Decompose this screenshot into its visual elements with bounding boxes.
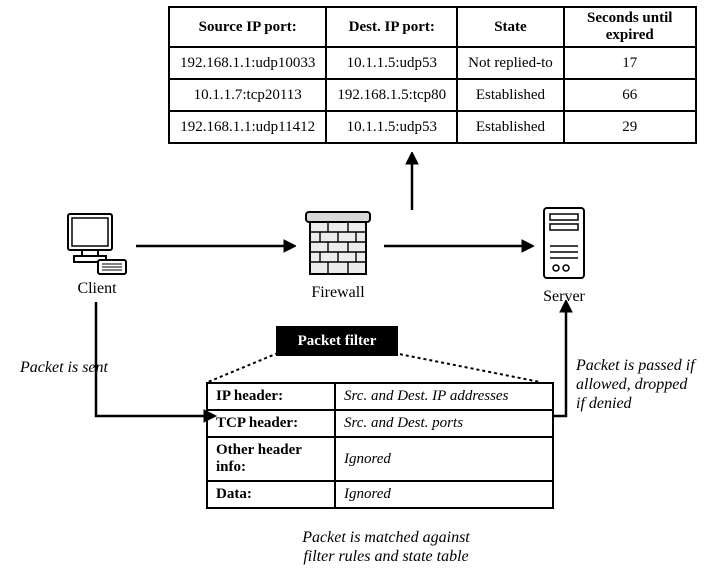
arrow-up-to-state-table xyxy=(404,152,420,210)
cell: 66 xyxy=(564,79,696,111)
note-sent: Packet is sent xyxy=(20,358,108,377)
firewall-icon xyxy=(296,210,380,280)
note-line: if denied xyxy=(576,394,695,413)
cell: 192.168.1.1:udp10033 xyxy=(169,47,326,79)
pf-key: TCP header: xyxy=(207,410,335,437)
note-matched: Packet is matched against filter rules a… xyxy=(276,528,496,566)
cell: 10.1.1.5:udp53 xyxy=(326,111,457,143)
client-icon xyxy=(62,210,132,276)
pf-val: Ignored xyxy=(335,437,553,481)
cell: 29 xyxy=(564,111,696,143)
firewall-label: Firewall xyxy=(296,284,380,302)
cell: Established xyxy=(457,111,564,143)
firewall-node: Firewall xyxy=(296,210,380,302)
col-dest: Dest. IP port: xyxy=(326,7,457,47)
client-label: Client xyxy=(62,280,132,298)
arrow-firewall-to-server xyxy=(382,238,534,254)
connector-lines xyxy=(200,350,550,384)
pf-val: Src. and Dest. ports xyxy=(335,410,553,437)
server-icon xyxy=(536,206,592,284)
pf-key: Other header info: xyxy=(207,437,335,481)
cell: 192.168.1.5:tcp80 xyxy=(326,79,457,111)
col-source: Source IP port: xyxy=(169,7,326,47)
pf-val: Ignored xyxy=(335,481,553,508)
note-line: Packet is passed if xyxy=(576,356,695,375)
note-passed: Packet is passed if allowed, dropped if … xyxy=(576,356,695,414)
client-node: Client xyxy=(62,210,132,298)
note-line: allowed, dropped xyxy=(576,375,695,394)
cell: Established xyxy=(457,79,564,111)
table-header-row: Source IP port: Dest. IP port: State Sec… xyxy=(169,7,696,47)
table-row: 192.168.1.1:udp11412 10.1.1.5:udp53 Esta… xyxy=(169,111,696,143)
col-expired: Seconds until expired xyxy=(564,7,696,47)
table-row: 10.1.1.7:tcp20113 192.168.1.5:tcp80 Esta… xyxy=(169,79,696,111)
table-row: TCP header: Src. and Dest. ports xyxy=(207,410,553,437)
arrow-packet-passed xyxy=(552,300,578,420)
state-table: Source IP port: Dest. IP port: State Sec… xyxy=(168,6,697,144)
table-row: 192.168.1.1:udp10033 10.1.1.5:udp53 Not … xyxy=(169,47,696,79)
table-row: IP header: Src. and Dest. IP addresses xyxy=(207,383,553,410)
cell: 10.1.1.7:tcp20113 xyxy=(169,79,326,111)
cell: 10.1.1.5:udp53 xyxy=(326,47,457,79)
table-row: Other header info: Ignored xyxy=(207,437,553,481)
pf-key: IP header: xyxy=(207,383,335,410)
cell: Not replied-to xyxy=(457,47,564,79)
note-line: Packet is matched against xyxy=(276,528,496,547)
pf-key: Data: xyxy=(207,481,335,508)
cell: 17 xyxy=(564,47,696,79)
note-line: filter rules and state table xyxy=(276,547,496,566)
col-state: State xyxy=(457,7,564,47)
packet-filter-table: IP header: Src. and Dest. IP addresses T… xyxy=(206,382,554,509)
server-node: Server xyxy=(536,206,592,306)
table-row: Data: Ignored xyxy=(207,481,553,508)
arrow-client-to-firewall xyxy=(134,238,296,254)
cell: 192.168.1.1:udp11412 xyxy=(169,111,326,143)
pf-val: Src. and Dest. IP addresses xyxy=(335,383,553,410)
